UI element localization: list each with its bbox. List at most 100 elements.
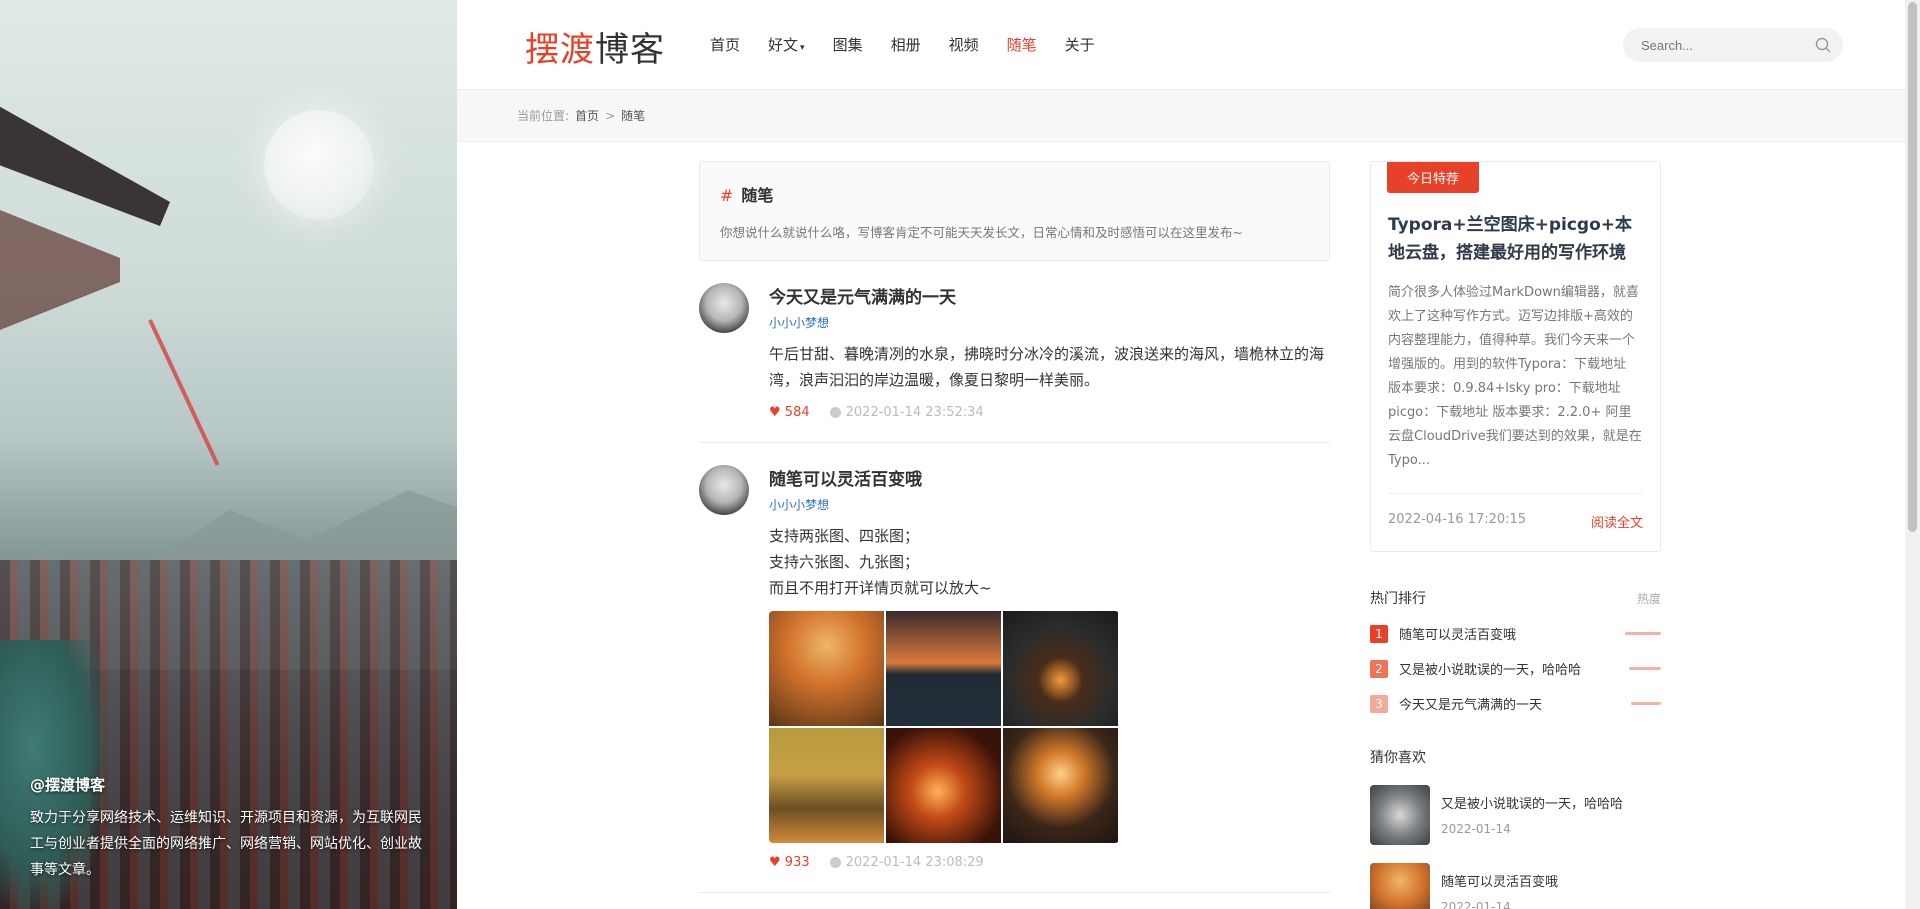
guess-item-date: 2022-01-14 <box>1441 822 1511 836</box>
featured-card: 今日特荐 Typora+兰空图床+picgo+本地云盘，搭建最好用的写作环境 简… <box>1370 161 1661 552</box>
rank-item[interactable]: 1 随笔可以灵活百变哦 <box>1370 624 1661 643</box>
breadcrumb-separator: > <box>605 108 616 123</box>
like-count: 933 <box>784 855 810 870</box>
guess-item[interactable]: 随笔可以灵活百变哦 2022-01-14 <box>1370 863 1661 909</box>
read-more-link[interactable]: 阅读全文 <box>1591 512 1643 531</box>
search-icon[interactable] <box>1815 37 1831 53</box>
breadcrumb-current: 随笔 <box>621 109 646 123</box>
gallery-image[interactable] <box>886 728 1001 843</box>
like-button[interactable]: ♥ 933 <box>769 855 810 870</box>
featured-description: 简介很多人体验过MarkDown编辑器，就喜欢上了这种写作方式。迈写边排版+高效… <box>1388 285 1642 468</box>
post-body: 午后甘甜、暮晚清冽的水泉，拂晓时分冰冷的溪流，波浪送来的海风，墙桅林立的海湾，浪… <box>769 345 1325 389</box>
site-logo[interactable]: 摆渡博客 <box>525 22 665 71</box>
guess-header: 猜你喜欢 <box>1370 747 1661 767</box>
featured-footer: 2022-04-16 17:20:15 阅读全文 <box>1388 493 1643 531</box>
breadcrumb-home[interactable]: 首页 <box>575 107 599 124</box>
post-meta: ♥ 933 2022-01-14 23:08:29 <box>769 855 1330 870</box>
heart-icon: ♥ <box>769 405 781 420</box>
category-header: # 随笔 你想说什么就说什么咯，写博客肯定不可能天天发长文，日常心情和及时感悟可以… <box>699 161 1330 261</box>
content-column: # 随笔 你想说什么就说什么咯，写博客肯定不可能天天发长文，日常心情和及时感悟可以… <box>699 161 1330 893</box>
nav-item-articles[interactable]: 好文 ▾ <box>768 34 805 55</box>
main-area: 摆渡博客 首页 好文▾ 图集 相册 视频 随笔 关于 当前位置: 首页 > 随笔… <box>457 0 1905 909</box>
nav-item-video[interactable]: 视频 <box>949 34 979 55</box>
nav-item-home[interactable]: 首页 <box>710 34 740 55</box>
post-title[interactable]: 随笔可以灵活百变哦 <box>769 465 1330 490</box>
nav-item-about[interactable]: 关于 <box>1065 34 1095 55</box>
nav-item-notes[interactable]: 随笔 <box>1007 34 1037 55</box>
banner-description: 致力于分享网络技术、运维知识、开源项目和资源，为互联网民工与创业者提供全面的网络… <box>30 810 422 878</box>
sidebar: 今日特荐 Typora+兰空图床+picgo+本地云盘，搭建最好用的写作环境 简… <box>1370 161 1661 909</box>
search-input[interactable] <box>1623 28 1793 62</box>
hot-ranking-side-label: 热度 <box>1636 591 1661 606</box>
scrollbar-thumb[interactable] <box>1908 2 1917 532</box>
rank-title: 今天又是元气满满的一天 <box>1399 698 1543 713</box>
like-count: 584 <box>784 405 810 420</box>
featured-title[interactable]: Typora+兰空图床+picgo+本地云盘，搭建最好用的写作环境 <box>1388 211 1643 267</box>
rank-item[interactable]: 2 又是被小说耽误的一天，哈哈哈 <box>1370 659 1661 678</box>
heart-icon: ♥ <box>769 855 781 870</box>
post-line: 而且不用打开详情页就可以放大~ <box>769 579 992 597</box>
clock-icon <box>829 857 841 868</box>
nav-item-album[interactable]: 相册 <box>891 34 921 55</box>
banner-text: @摆渡博客 致力于分享网络技术、运维知识、开源项目和资源，为互联网民工与创业者提… <box>30 774 430 883</box>
post-meta: ♥ 584 2022-01-14 23:52:34 <box>769 405 1330 420</box>
post-title[interactable]: 今天又是元气满满的一天 <box>769 283 1330 308</box>
rank-item[interactable]: 3 今天又是元气满满的一天 <box>1370 694 1661 713</box>
gallery-image[interactable] <box>769 728 884 843</box>
main-nav: 首页 好文 ▾ 图集 相册 视频 随笔 关于 <box>710 34 1123 55</box>
guess-item-date: 2022-01-14 <box>1441 900 1511 909</box>
heat-bar <box>1625 632 1661 635</box>
eave-illustration <box>0 210 120 330</box>
nav-item-articles-label: 好文 <box>768 36 799 54</box>
post-date: 2022-01-14 23:08:29 <box>845 855 984 870</box>
rank-title: 随笔可以灵活百变哦 <box>1399 628 1517 643</box>
rank-title: 又是被小说耽误的一天，哈哈哈 <box>1399 663 1582 678</box>
moon-illustration <box>264 110 374 220</box>
caret-down-icon: ▾ <box>800 43 805 53</box>
post-body: 支持两张图、四张图； 支持六张图、九张图； 而且不用打开详情页就可以放大~ <box>769 523 1330 601</box>
post-item: 随笔可以灵活百变哦 小小小梦想 支持两张图、四张图； 支持六张图、九张图； 而且… <box>699 443 1330 893</box>
clock-icon <box>829 407 841 418</box>
post-line: 支持六张图、九张图； <box>769 553 920 571</box>
banner-image: @摆渡博客 致力于分享网络技术、运维知识、开源项目和资源，为互联网民工与创业者提… <box>0 0 457 909</box>
featured-badge: 今日特荐 <box>1387 162 1480 193</box>
hash-icon: # <box>720 186 734 205</box>
page-scrollbar[interactable] <box>1905 0 1920 909</box>
rank-number: 1 <box>1370 624 1388 643</box>
post-line: 支持两张图、四张图； <box>769 527 920 545</box>
banner-title: @摆渡博客 <box>30 776 106 794</box>
rank-number: 3 <box>1370 694 1388 713</box>
category-title-text: 随笔 <box>741 186 774 205</box>
featured-date: 2022-04-16 17:20:15 <box>1388 512 1527 527</box>
gallery-image[interactable] <box>1003 611 1118 726</box>
avatar[interactable] <box>699 465 749 515</box>
post-author[interactable]: 小小小梦想 <box>769 314 1330 331</box>
ribbon-illustration <box>148 319 220 466</box>
logo-dark-text: 博客 <box>595 30 665 70</box>
post-item: 今天又是元气满满的一天 小小小梦想 午后甘甜、暮晚清冽的水泉，拂晓时分冰冷的溪流… <box>699 261 1330 443</box>
category-title: # 随笔 <box>720 182 1309 206</box>
category-description: 你想说什么就说什么咯，写博客肯定不可能天天发长文，日常心情和及时感悟可以在这里发… <box>720 225 1243 240</box>
rank-number: 2 <box>1370 659 1388 678</box>
guess-item[interactable]: 又是被小说耽误的一天，哈哈哈 2022-01-14 <box>1370 785 1661 845</box>
hot-ranking-title: 热门排行 <box>1370 591 1426 607</box>
breadcrumb: 当前位置: 首页 > 随笔 <box>457 90 1905 142</box>
guess-thumbnail <box>1370 785 1430 845</box>
post-author[interactable]: 小小小梦想 <box>769 496 1330 513</box>
breadcrumb-prefix: 当前位置: <box>517 109 570 123</box>
gallery-image[interactable] <box>886 611 1001 726</box>
gallery-image[interactable] <box>769 611 884 726</box>
guess-title: 猜你喜欢 <box>1370 750 1426 766</box>
avatar[interactable] <box>699 283 749 333</box>
search-box <box>1623 28 1843 62</box>
heat-bar <box>1631 702 1661 705</box>
logo-red-text: 摆渡 <box>525 30 595 70</box>
guess-item-title: 又是被小说耽误的一天，哈哈哈 <box>1441 797 1624 812</box>
image-gallery <box>769 611 1119 843</box>
guess-item-title: 随笔可以灵活百变哦 <box>1441 875 1559 890</box>
heat-bar <box>1629 667 1661 670</box>
nav-item-gallery[interactable]: 图集 <box>833 34 863 55</box>
like-button[interactable]: ♥ 584 <box>769 405 810 420</box>
guess-thumbnail <box>1370 863 1430 909</box>
gallery-image[interactable] <box>1003 728 1118 843</box>
